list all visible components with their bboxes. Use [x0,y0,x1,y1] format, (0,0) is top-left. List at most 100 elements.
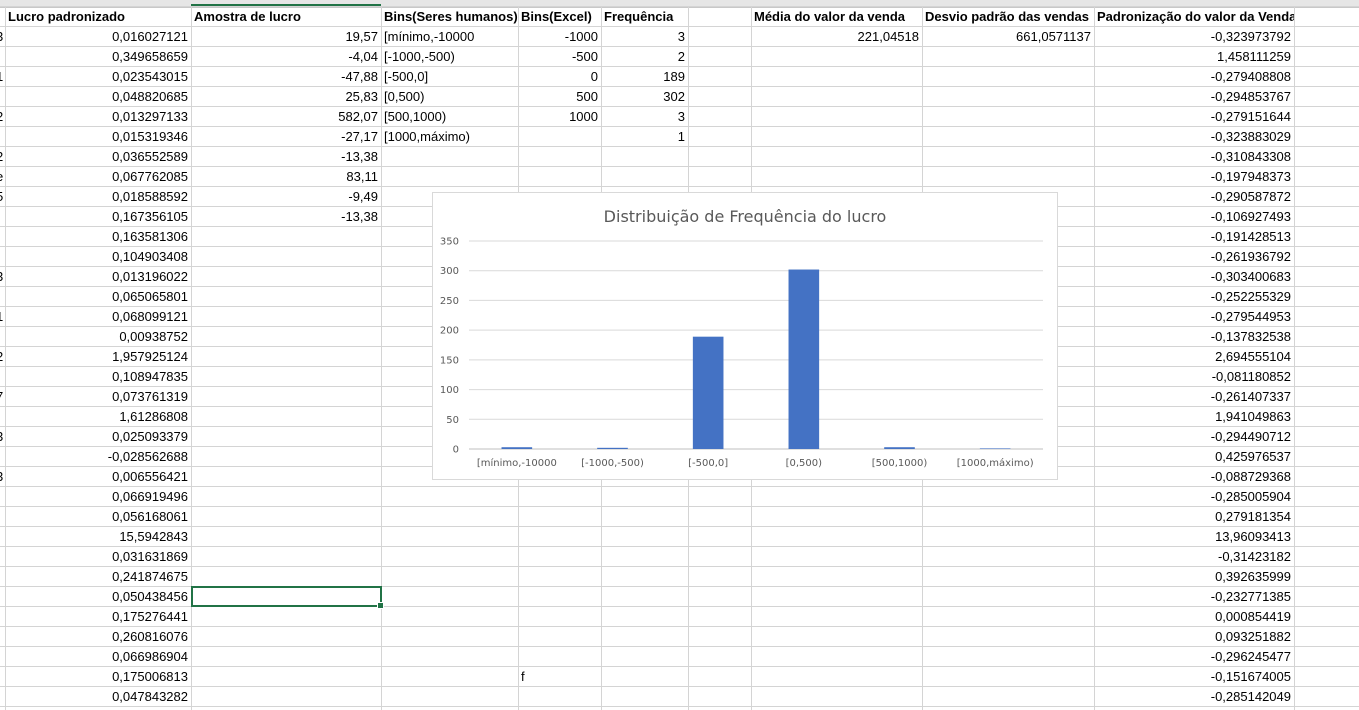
cell-padronizacao[interactable]: -0,191428513 [1094,227,1294,247]
cell-lucro-padronizado[interactable]: 0,066919496 [5,487,191,507]
cell-padronizacao[interactable]: -0,323883029 [1094,127,1294,147]
cell-padronizacao[interactable]: -0,285142049 [1094,687,1294,707]
cell-lucro-padronizado[interactable]: 0,047843282 [5,687,191,707]
cell-lucro-padronizado[interactable]: 0,056168061 [5,507,191,527]
header-bins-humanos[interactable]: Bins(Seres humanos) [381,7,518,27]
cell-padronizacao[interactable]: -0,294490712 [1094,427,1294,447]
cell-bins-excel[interactable]: -1000 [518,27,601,47]
cell-padronizacao[interactable]: 0,425976537 [1094,447,1294,467]
cell-amostra-de-lucro[interactable]: 25,83 [191,87,381,107]
cell-bins-excel[interactable]: 0 [518,67,601,87]
cell-padronizacao[interactable]: -0,310843308 [1094,147,1294,167]
header-desvio[interactable]: Desvio padrão das vendas [922,7,1094,27]
cell-lucro-padronizado[interactable]: 0,048820685 [5,87,191,107]
cell-lucro-padronizado[interactable]: 0,068099121 [5,307,191,327]
cell-padronizacao[interactable]: -0,106927493 [1094,207,1294,227]
cell-frequencia[interactable]: 189 [601,67,688,87]
cell-bins-excel[interactable]: 1000 [518,107,601,127]
cell-lucro-padronizado[interactable]: 0,036552589 [5,147,191,167]
header-media[interactable]: Média do valor da venda [751,7,922,27]
active-cell-selection[interactable] [191,586,384,609]
cell-lucro-padronizado[interactable]: 0,175006813 [5,667,191,687]
cell-padronizacao[interactable]: -0,296245477 [1094,647,1294,667]
cell-bins-humanos[interactable]: [0,500) [381,87,518,107]
header-amostra-de-lucro[interactable]: Amostra de lucro [191,7,381,27]
cell-padronizacao[interactable]: -0,252255329 [1094,287,1294,307]
cell-lucro-padronizado[interactable]: -0,028562688 [5,447,191,467]
cell-padronizacao[interactable]: 0,392635999 [1094,567,1294,587]
cell-lucro-padronizado[interactable]: 1,61286808 [5,407,191,427]
cell-padronizacao[interactable]: -0,137832538 [1094,327,1294,347]
cell-lucro-padronizado[interactable]: 0,073761319 [5,387,191,407]
cell-bins-humanos[interactable]: [-1000,-500) [381,47,518,67]
header-bins-excel[interactable]: Bins(Excel) [518,7,601,27]
cell-amostra-de-lucro[interactable]: -9,49 [191,187,381,207]
cell-bins-humanos[interactable]: [500,1000) [381,107,518,127]
cell-lucro-padronizado[interactable]: 0,065065801 [5,287,191,307]
cell-lucro-padronizado[interactable]: 0,013196022 [5,267,191,287]
cell-bins-excel[interactable]: -500 [518,47,601,67]
cell-lucro-padronizado[interactable]: 0,067762085 [5,167,191,187]
cell-padronizacao[interactable]: -0,323973792 [1094,27,1294,47]
header-lucro-padronizado[interactable]: Lucro padronizado [5,7,191,27]
cell-padronizacao[interactable]: 1,458111259 [1094,47,1294,67]
cell-lucro-padronizado[interactable]: 0,260816076 [5,627,191,647]
cell-padronizacao[interactable]: 0,000854419 [1094,607,1294,627]
cell-padronizacao[interactable]: 0,279181354 [1094,507,1294,527]
cell-frequencia[interactable]: 302 [601,87,688,107]
cell-frequencia[interactable]: 1 [601,127,688,147]
cell-amostra-de-lucro[interactable]: -27,17 [191,127,381,147]
cell-lucro-padronizado[interactable]: 0,163581306 [5,227,191,247]
cell-amostra-de-lucro[interactable]: -4,04 [191,47,381,67]
cell-padronizacao[interactable]: -0,232771385 [1094,587,1294,607]
cell-bins-humanos[interactable]: [1000,máximo) [381,127,518,147]
cell-lucro-padronizado[interactable]: 0,349658659 [5,47,191,67]
header-frequencia[interactable]: Frequência [601,7,688,27]
cell-lucro-padronizado[interactable]: 0,015319346 [5,127,191,147]
cell-padronizacao[interactable]: -0,31423182 [1094,547,1294,567]
fill-handle[interactable] [377,602,384,609]
cell-media-valor-venda[interactable]: 221,04518 [751,27,922,47]
cell-padronizacao[interactable]: 0,093251882 [1094,627,1294,647]
cell-lucro-padronizado[interactable]: 0,241874675 [5,567,191,587]
cell-lucro-padronizado[interactable]: 0,031631869 [5,547,191,567]
cell-frequencia[interactable]: 2 [601,47,688,67]
cell-padronizacao[interactable]: -0,261407337 [1094,387,1294,407]
cell-padronizacao[interactable]: -0,279544953 [1094,307,1294,327]
cell-lucro-padronizado[interactable]: 15,5942843 [5,527,191,547]
cell-frequencia[interactable]: 3 [601,107,688,127]
cell-lucro-padronizado[interactable]: 0,108947835 [5,367,191,387]
cell-padronizacao[interactable]: -0,261936792 [1094,247,1294,267]
cell-lucro-padronizado[interactable]: 0,050438456 [5,587,191,607]
cell-lucro-padronizado[interactable]: 0,016027121 [5,27,191,47]
cell-lucro-padronizado[interactable]: 0,104903408 [5,247,191,267]
cell-lucro-padronizado[interactable]: 0,066986904 [5,647,191,667]
cell-lucro-padronizado[interactable]: 0,00938752 [5,327,191,347]
cell-padronizacao[interactable]: -0,279408808 [1094,67,1294,87]
cell-amostra-de-lucro[interactable]: -47,88 [191,67,381,87]
cell-padronizacao[interactable]: -0,303400683 [1094,267,1294,287]
cell-bins-humanos[interactable]: [mínimo,-10000 [381,27,518,47]
cell-desvio-padrao[interactable]: 661,0571137 [922,27,1094,47]
cell-padronizacao[interactable]: -0,081180852 [1094,367,1294,387]
cell-amostra-de-lucro[interactable]: -13,38 [191,207,381,227]
cell-frequencia[interactable]: 3 [601,27,688,47]
cell-amostra-de-lucro[interactable]: 19,57 [191,27,381,47]
cell-bins-humanos[interactable]: [-500,0] [381,67,518,87]
cell-amostra-de-lucro[interactable]: 582,07 [191,107,381,127]
header-padronizacao[interactable]: Padronização do valor da Venda [1094,7,1294,27]
cell-amostra-de-lucro[interactable]: 83,11 [191,167,381,187]
cell-lucro-padronizado[interactable]: 0,167356105 [5,207,191,227]
cell-padronizacao[interactable]: -0,290587872 [1094,187,1294,207]
cell-lucro-padronizado[interactable]: 0,025093379 [5,427,191,447]
cell-lucro-padronizado[interactable]: 1,957925124 [5,347,191,367]
cell-stray-text[interactable]: f [518,667,601,687]
cell-padronizacao[interactable]: -0,197948373 [1094,167,1294,187]
cell-padronizacao[interactable]: -0,151674005 [1094,667,1294,687]
cell-padronizacao[interactable]: -0,285005904 [1094,487,1294,507]
cell-padronizacao[interactable]: -0,294853767 [1094,87,1294,107]
cell-bins-excel[interactable]: 500 [518,87,601,107]
cell-padronizacao[interactable]: 13,96093413 [1094,527,1294,547]
cell-lucro-padronizado[interactable]: 0,018588592 [5,187,191,207]
cell-padronizacao[interactable]: -0,088729368 [1094,467,1294,487]
